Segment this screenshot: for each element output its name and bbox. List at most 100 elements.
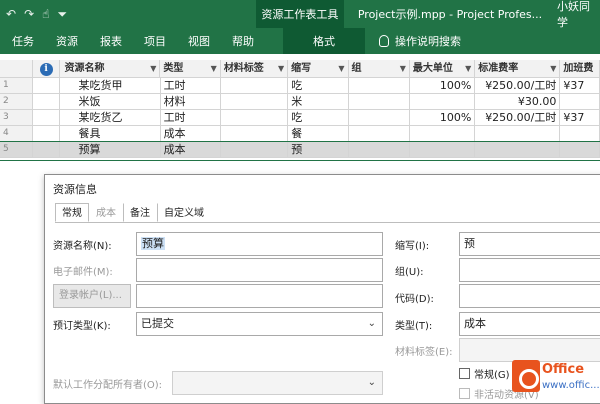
row-number[interactable]: 5 — [0, 142, 33, 158]
column-header-std-rate[interactable]: 标准费率 ▼ — [475, 60, 561, 78]
checkbox-box — [459, 388, 470, 399]
cell-std-rate[interactable] — [475, 126, 561, 142]
cell-max-units[interactable] — [409, 126, 476, 142]
cell-std-rate[interactable] — [475, 142, 561, 158]
cell-abbr[interactable]: 预 — [288, 142, 349, 158]
cell-group[interactable] — [348, 78, 410, 94]
cell-type[interactable]: 成本 — [160, 126, 221, 142]
filter-arrow-icon[interactable]: ▼ — [278, 60, 284, 77]
cell-name[interactable]: 某吃货乙 — [60, 110, 161, 126]
default-owner-select[interactable]: ⌄ — [172, 371, 383, 395]
cell-max-units[interactable] — [409, 94, 476, 110]
filter-arrow-icon[interactable]: ▼ — [338, 60, 344, 77]
filter-arrow-icon[interactable]: ▼ — [150, 60, 156, 77]
booking-type-label: 预订类型(K): — [53, 321, 111, 332]
cell-name[interactable]: 预算 — [60, 142, 161, 158]
cell-name[interactable]: 米饭 — [60, 94, 161, 110]
cell-max-units[interactable]: 100% — [409, 78, 476, 94]
cell-std-rate[interactable]: ¥250.00/工时 — [475, 78, 561, 94]
cell-group[interactable] — [348, 126, 410, 142]
cell-material-label[interactable] — [220, 110, 289, 126]
touch-mode-icon[interactable]: ☝ — [42, 7, 49, 21]
cell-name[interactable]: 餐具 — [60, 126, 161, 142]
cell-material-label[interactable] — [220, 142, 289, 158]
column-header-material-label[interactable]: 材料标签 ▼ — [220, 60, 289, 78]
cell-abbr[interactable]: 餐 — [288, 126, 349, 142]
row-number[interactable]: 2 — [0, 94, 33, 110]
filter-arrow-icon[interactable]: ▼ — [400, 60, 406, 77]
table-row-selected[interactable]: 5 预算 成本 预 — [0, 141, 600, 161]
tab-custom-fields[interactable]: 自定义域 — [157, 203, 211, 222]
cell-group[interactable] — [348, 142, 410, 158]
row-number[interactable]: 1 — [0, 78, 33, 94]
cell-material-label[interactable] — [220, 94, 289, 110]
cell-type[interactable]: 工时 — [160, 110, 221, 126]
cell-type[interactable]: 材料 — [160, 94, 221, 110]
tab-notes[interactable]: 备注 — [123, 203, 157, 222]
indicator-cell — [32, 126, 61, 142]
cell-ot-rate[interactable] — [560, 126, 600, 142]
column-header-name[interactable]: 资源名称 ▼ — [60, 60, 161, 78]
tab-project[interactable]: 项目 — [133, 28, 177, 54]
row-number[interactable]: 3 — [0, 110, 33, 126]
cell-abbr[interactable]: 吃 — [288, 78, 349, 94]
booking-type-select[interactable]: 已提交 ⌄ — [136, 312, 383, 336]
cell-ot-rate[interactable]: ¥37 — [560, 110, 600, 126]
column-header-group[interactable]: 组 ▼ — [348, 60, 410, 78]
column-header-abbr[interactable]: 缩写 ▼ — [288, 60, 349, 78]
cell-material-label[interactable] — [220, 126, 289, 142]
cell-abbr[interactable]: 米 — [288, 94, 349, 110]
table-row[interactable]: 1 某吃货甲 工时 吃 100% ¥250.00/工时 ¥37 — [0, 78, 600, 94]
table-row[interactable]: 2 米饭 材料 米 ¥30.00 — [0, 94, 600, 110]
tab-resource[interactable]: 资源 — [45, 28, 89, 54]
cell-type[interactable]: 成本 — [160, 142, 221, 158]
indicators-column-header[interactable]: i — [32, 60, 61, 78]
tab-format[interactable]: 格式 — [283, 28, 365, 54]
tab-report[interactable]: 报表 — [89, 28, 133, 54]
tab-help[interactable]: 帮助 — [221, 28, 265, 54]
cell-max-units[interactable] — [409, 142, 476, 158]
abbr-label: 缩写(I): — [395, 241, 430, 252]
table-row[interactable]: 3 某吃货乙 工时 吃 100% ¥250.00/工时 ¥37 — [0, 110, 600, 126]
cell-type[interactable]: 工时 — [160, 78, 221, 94]
customize-toolbar-icon[interactable]: ⏷ — [57, 7, 67, 22]
login-account-field[interactable] — [136, 284, 383, 308]
cell-group[interactable] — [348, 110, 410, 126]
cell-std-rate[interactable]: ¥30.00 — [475, 94, 561, 110]
row-number[interactable]: 4 — [0, 126, 33, 142]
resource-name-field[interactable]: 预算 — [136, 232, 383, 256]
user-name[interactable]: 小妖同学 — [557, 0, 600, 30]
cell-ot-rate[interactable]: ¥37 — [560, 78, 600, 94]
tab-cost[interactable]: 成本 — [89, 203, 123, 222]
email-field[interactable] — [136, 258, 383, 282]
email-label: 电子邮件(M): — [53, 267, 113, 278]
login-account-button[interactable]: 登录帐户(L)... — [53, 284, 131, 308]
cell-ot-rate[interactable] — [560, 142, 600, 158]
cell-material-label[interactable] — [220, 78, 289, 94]
tab-general[interactable]: 常规 — [55, 203, 89, 222]
type-select[interactable]: 成本 — [459, 312, 600, 336]
select-all-corner[interactable] — [0, 60, 33, 78]
cell-group[interactable] — [348, 94, 410, 110]
cell-max-units[interactable]: 100% — [409, 110, 476, 126]
filter-arrow-icon[interactable]: ▼ — [550, 60, 556, 77]
undo-icon[interactable]: ↶ — [6, 7, 16, 21]
column-header-type[interactable]: 类型 ▼ — [160, 60, 221, 78]
cell-abbr[interactable]: 吃 — [288, 110, 349, 126]
tell-me-search[interactable]: 操作说明搜索 — [365, 33, 461, 49]
tab-view[interactable]: 视图 — [177, 28, 221, 54]
filter-arrow-icon[interactable]: ▼ — [465, 60, 471, 77]
cell-std-rate[interactable]: ¥250.00/工时 — [475, 110, 561, 126]
column-header-max-units[interactable]: 最大单位 ▼ — [409, 60, 476, 78]
generic-checkbox[interactable]: 常规(G) — [459, 366, 510, 381]
code-field[interactable] — [459, 284, 600, 308]
filter-arrow-icon[interactable]: ▼ — [211, 60, 217, 77]
redo-icon[interactable]: ↷ — [24, 7, 34, 21]
table-row[interactable]: 4 餐具 成本 餐 — [0, 126, 600, 142]
tab-task[interactable]: 任务 — [0, 28, 45, 54]
cell-ot-rate[interactable] — [560, 94, 600, 110]
group-field[interactable] — [459, 258, 600, 282]
column-header-ot-rate[interactable]: 加班费 — [560, 60, 600, 78]
abbr-field[interactable]: 预 — [459, 232, 600, 256]
cell-name[interactable]: 某吃货甲 — [60, 78, 161, 94]
